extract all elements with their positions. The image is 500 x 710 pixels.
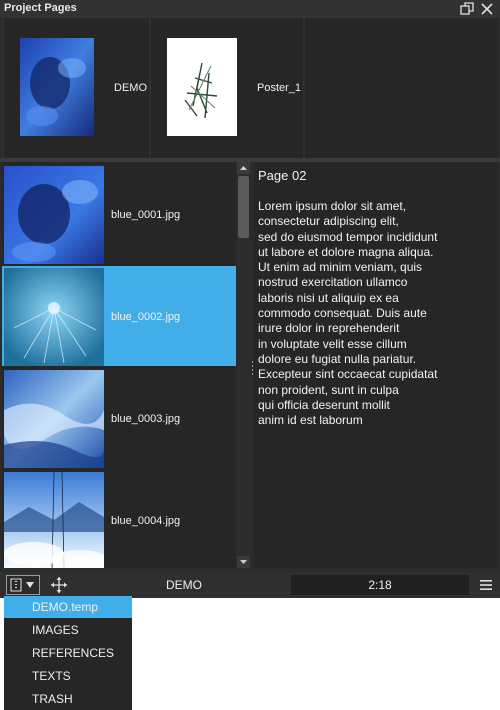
image-list-scrollbar[interactable]: [237, 162, 250, 568]
image-thumbnail: [4, 166, 104, 264]
view-dropdown-button[interactable]: [6, 575, 40, 595]
project-pages-panel: Project Pages DEMO Poster_1 blue_0001.jp…: [0, 0, 500, 598]
text-pane[interactable]: Page 02 Lorem ipsum dolor sit amet, cons…: [254, 162, 498, 568]
time-display: 2:18: [291, 575, 469, 595]
text-page-title: Page 02: [258, 168, 307, 183]
scroll-up-arrow-icon[interactable]: [237, 162, 250, 174]
image-thumbnail: [4, 268, 104, 366]
current-document-label: DEMO: [166, 578, 202, 592]
scroll-down-arrow-icon[interactable]: [237, 556, 250, 568]
view-dropdown-icon: [10, 578, 38, 595]
list-item[interactable]: blue_0001.jpg: [2, 164, 236, 264]
menu-item-references[interactable]: REFERENCES: [4, 642, 132, 664]
page-card-label: DEMO: [114, 82, 147, 94]
list-item[interactable]: blue_0003.jpg: [2, 368, 236, 468]
panel-title: Project Pages: [4, 2, 77, 14]
restore-window-icon[interactable]: [460, 2, 474, 16]
menu-item-trash[interactable]: TRASH: [4, 688, 132, 710]
image-filename: blue_0003.jpg: [111, 413, 181, 425]
page-card-poster[interactable]: Poster_1: [151, 18, 303, 158]
close-icon[interactable]: [480, 2, 494, 16]
hamburger-menu-icon[interactable]: [479, 578, 493, 592]
image-thumbnail: [4, 471, 107, 568]
time-value: 2:18: [368, 578, 392, 592]
move-icon[interactable]: [50, 576, 68, 594]
project-pages-strip: DEMO Poster_1: [2, 18, 498, 158]
image-filename: blue_0004.jpg: [111, 515, 181, 527]
empty-page-slot: [305, 18, 498, 158]
title-bar: Project Pages: [0, 0, 500, 18]
scrollbar-thumb[interactable]: [238, 176, 249, 238]
list-item[interactable]: blue_0004.jpg: [2, 470, 236, 568]
menu-item-texts[interactable]: TEXTS: [4, 665, 132, 687]
page-thumbnail: [20, 38, 94, 136]
image-thumbnail: [4, 370, 104, 468]
menu-item-demo-temp[interactable]: DEMO.temp: [4, 596, 132, 618]
view-dropdown-menu: DEMO.temp IMAGES REFERENCES TEXTS TRASH: [4, 596, 132, 710]
page-card-demo[interactable]: DEMO: [4, 18, 149, 158]
text-body[interactable]: Lorem ipsum dolor sit amet, consectetur …: [258, 199, 496, 428]
list-item[interactable]: blue_0002.jpg: [2, 266, 236, 366]
bottom-toolbar: DEMO 2:18: [0, 572, 500, 598]
image-filename: blue_0002.jpg: [111, 311, 181, 323]
menu-item-images[interactable]: IMAGES: [4, 619, 132, 641]
page-card-label: Poster_1: [257, 82, 302, 94]
image-list: blue_0001.jpg blue_0002.jpg blue_0003.jp…: [2, 162, 236, 568]
page-thumbnail: [167, 38, 237, 136]
image-filename: blue_0001.jpg: [111, 209, 181, 221]
